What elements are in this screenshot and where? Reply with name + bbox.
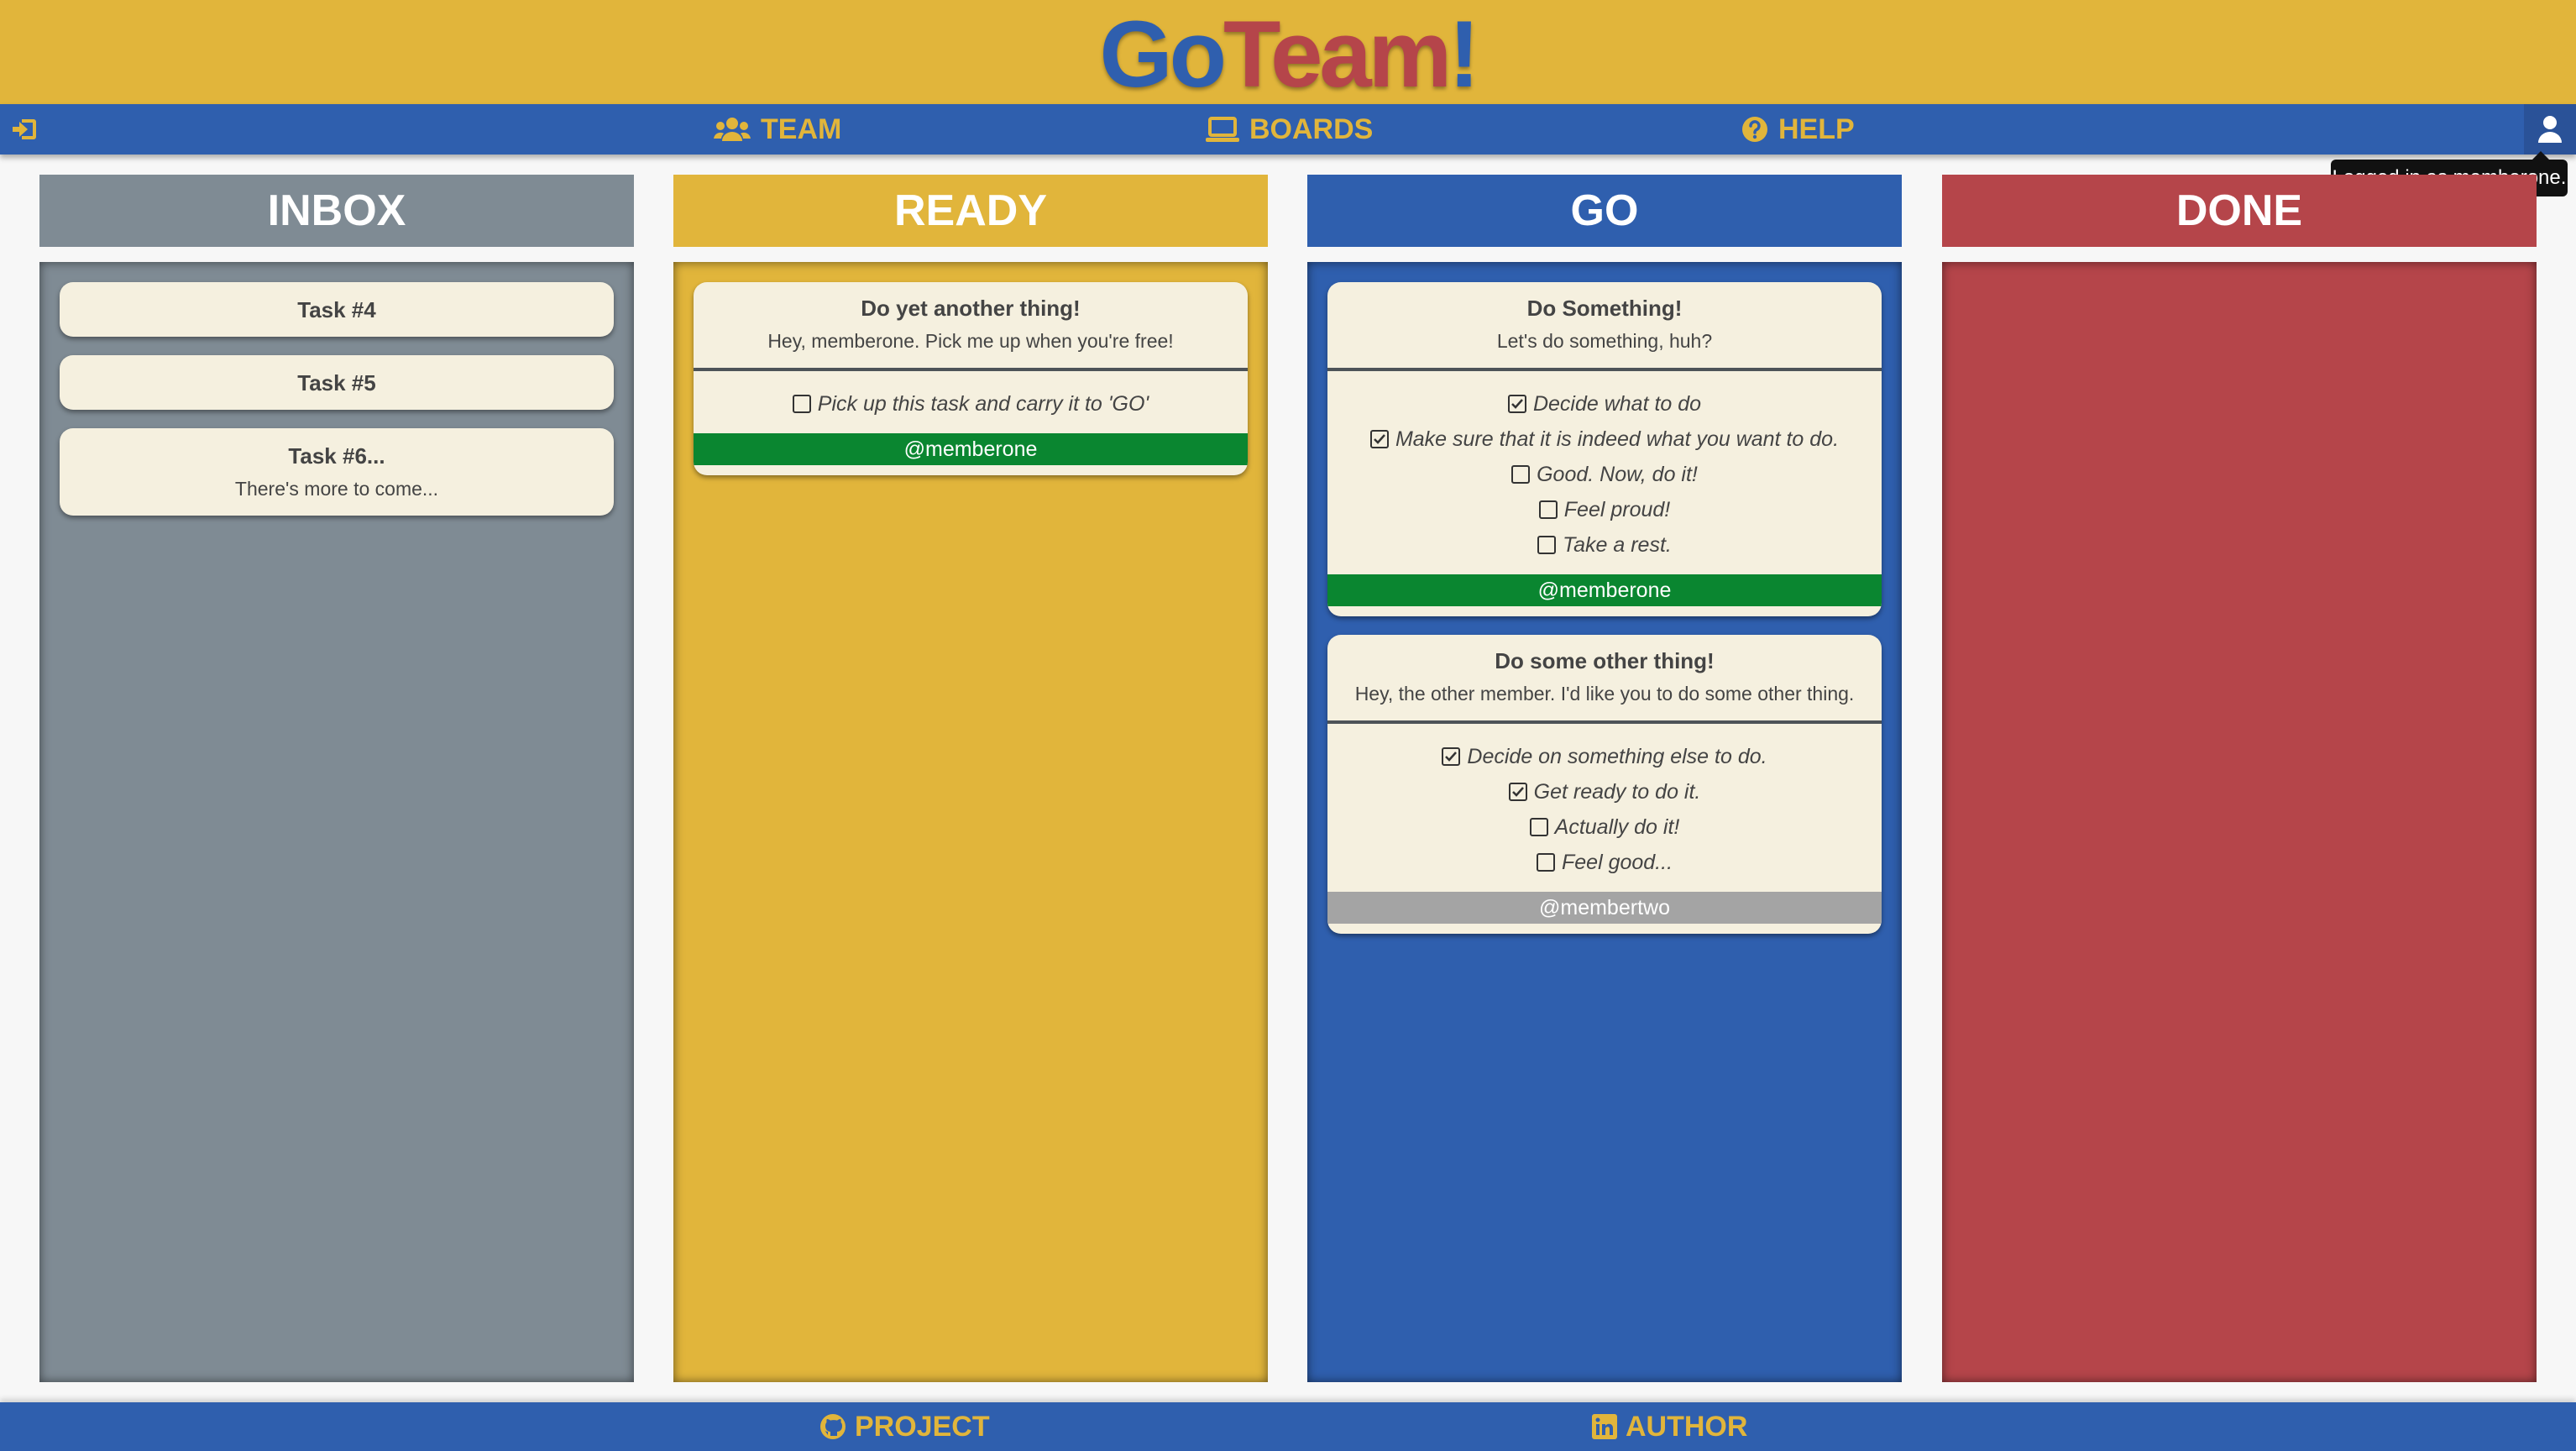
checkbox-unchecked[interactable] [1529, 818, 1548, 836]
logo-go: Go [1099, 2, 1227, 107]
check-icon [1511, 399, 1523, 409]
task-title: Task #4 [297, 297, 376, 322]
column-header-inbox: INBOX [39, 175, 634, 247]
task-description: Let's do something, huh? [1496, 330, 1713, 352]
footer-author-link[interactable]: AUTHOR [1592, 1402, 1747, 1451]
footer-project-label: PROJECT [855, 1410, 990, 1443]
checklist-item[interactable]: Feel proud! [1336, 492, 1873, 527]
checklist-item-label: Get ready to do it. [1533, 780, 1701, 804]
users-icon [714, 118, 751, 141]
checklist-item-label: Good. Now, do it! [1537, 463, 1698, 486]
checkbox-unchecked[interactable] [1511, 465, 1531, 484]
checklist-item[interactable]: Decide what to do [1336, 386, 1873, 422]
task-description: Hey, the other member. I'd like you to d… [1354, 683, 1855, 705]
checklist-item[interactable]: Get ready to do it. [1336, 774, 1873, 809]
task-title: Do yet another thing! [861, 296, 1081, 321]
check-icon [1445, 752, 1458, 762]
checklist-item-label: Pick up this task and carry it to 'GO' [817, 392, 1149, 416]
checkbox-unchecked[interactable] [1538, 500, 1558, 519]
footer-author-label: AUTHOR [1626, 1410, 1748, 1443]
checkbox-unchecked[interactable] [792, 395, 811, 413]
checkbox-checked[interactable] [1508, 783, 1527, 801]
checkbox-checked[interactable] [1442, 747, 1461, 766]
assignee-badge: @membertwo [1327, 892, 1882, 924]
user-button[interactable] [2524, 104, 2576, 155]
task-title: Task #5 [297, 370, 376, 395]
checkbox-checked[interactable] [1369, 430, 1389, 448]
linkedin-icon [1592, 1414, 1617, 1439]
check-icon [1374, 434, 1385, 444]
checklist-item-label: Make sure that it is indeed what you wan… [1395, 427, 1840, 451]
column-header-go: GO [1307, 175, 1902, 247]
checklist-item-label: Decide what to do [1532, 392, 1702, 416]
question-circle-icon [1742, 117, 1767, 142]
logout-button[interactable] [10, 104, 39, 155]
checklist-item[interactable]: Good. Now, do it! [1336, 457, 1873, 492]
checklist-item-label: Actually do it! [1554, 815, 1680, 839]
logo-bang: ! [1448, 2, 1479, 107]
nav-team-label: TEAM [761, 113, 842, 145]
checkbox-checked[interactable] [1507, 395, 1526, 413]
footer-project-link[interactable]: PROJECT [819, 1402, 990, 1451]
task-card[interactable]: Do Something! Let's do something, huh? D… [1327, 282, 1882, 616]
github-icon [820, 1414, 846, 1439]
sign-out-icon [13, 119, 36, 139]
check-icon [1511, 787, 1524, 797]
checklist-item-label: Take a rest. [1563, 533, 1672, 557]
checklist-item[interactable]: Decide on something else to do. [1336, 739, 1873, 774]
laptop-icon [1206, 117, 1239, 142]
task-card[interactable]: Do some other thing! Hey, the other memb… [1327, 635, 1882, 934]
task-card[interactable]: Do yet another thing! Hey, memberone. Pi… [694, 282, 1248, 475]
task-title: Do some other thing! [1495, 648, 1715, 673]
task-card[interactable]: Task #4 [60, 282, 614, 337]
task-title: Do Something! [1526, 296, 1683, 321]
checklist-item[interactable]: Actually do it! [1336, 809, 1873, 845]
assignee-badge: @memberone [1327, 574, 1882, 606]
checkbox-unchecked[interactable] [1536, 853, 1555, 872]
app-header: GoTeam! [0, 0, 2576, 104]
nav-boards[interactable]: BOARDS [1206, 104, 1373, 155]
task-card[interactable]: Task #5 [60, 355, 614, 410]
checklist-item[interactable]: Take a rest. [1336, 527, 1873, 563]
navbar: TEAM BOARDS HELP [0, 104, 2576, 155]
nav-team[interactable]: TEAM [714, 104, 841, 155]
task-description: Hey, memberone. Pick me up when you're f… [767, 330, 1174, 352]
logo-team: Team [1223, 2, 1452, 107]
checklist-item-label: Feel proud! [1563, 498, 1671, 521]
task-title: Task #6... [288, 443, 385, 469]
checklist-item[interactable]: Make sure that it is indeed what you wan… [1336, 422, 1873, 457]
footer: PROJECT AUTHOR [0, 1402, 2576, 1451]
checklist: Decide what to do Make sure that it is i… [1327, 371, 1882, 574]
checklist: Decide on something else to do. Get read… [1327, 724, 1882, 892]
column-header-done: DONE [1942, 175, 2537, 247]
app-logo: GoTeam! [1099, 8, 1479, 102]
checklist-item[interactable]: Feel good... [1336, 845, 1873, 880]
column-header-ready: READY [673, 175, 1268, 247]
nav-help-label: HELP [1778, 113, 1855, 145]
user-icon [2538, 116, 2562, 143]
nav-help[interactable]: HELP [1741, 104, 1855, 155]
column-go[interactable]: Do Something! Let's do something, huh? D… [1307, 262, 1902, 1382]
checklist: Pick up this task and carry it to 'GO' [694, 371, 1248, 433]
column-done[interactable] [1942, 262, 2537, 1382]
task-description: There's more to come... [234, 478, 439, 500]
checklist-item-label: Feel good... [1561, 851, 1673, 874]
checklist-item-label: Decide on something else to do. [1467, 745, 1767, 768]
checkbox-unchecked[interactable] [1537, 536, 1557, 554]
column-ready[interactable]: Do yet another thing! Hey, memberone. Pi… [673, 262, 1268, 1382]
assignee-badge: @memberone [694, 433, 1248, 465]
column-inbox[interactable]: Task #4 Task #5 Task #6... There's more … [39, 262, 634, 1382]
nav-boards-label: BOARDS [1249, 113, 1374, 145]
checklist-item[interactable]: Pick up this task and carry it to 'GO' [702, 386, 1239, 422]
task-card[interactable]: Task #6... There's more to come... [60, 428, 614, 516]
